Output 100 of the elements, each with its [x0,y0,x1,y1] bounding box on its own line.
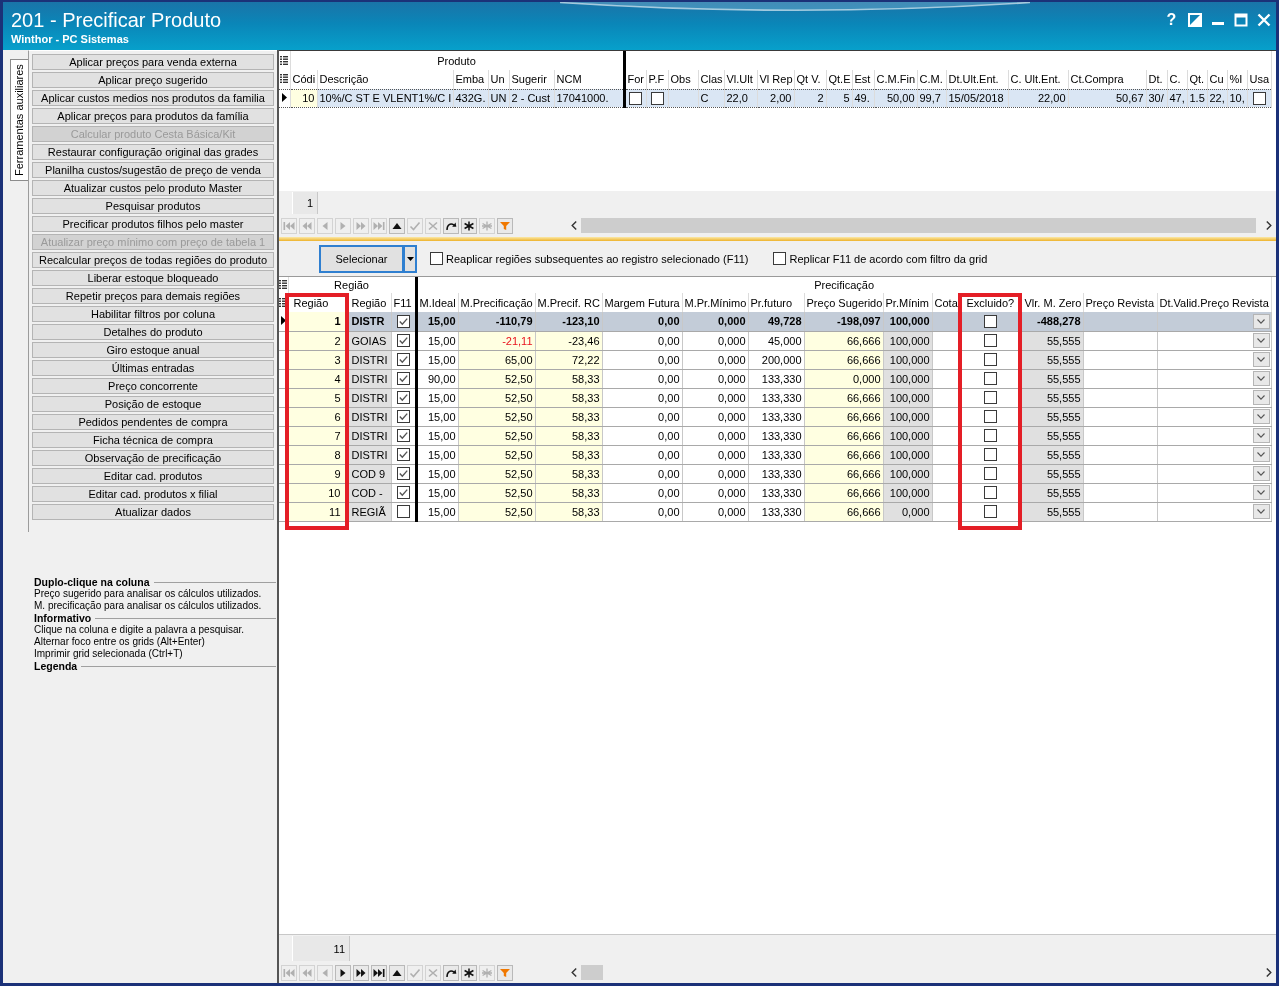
next-record-button[interactable] [335,964,351,981]
tool-button[interactable]: Aplicar preços para venda externa [32,54,274,70]
tool-button[interactable]: Últimas entradas [32,360,274,376]
table-row[interactable]: 1 DISTR 15,00 -110,79 -123,10 0,00 0,000 49,728 -198,097 100,000 -488,278 [279,312,1272,331]
checkbox[interactable] [983,391,997,404]
checkbox[interactable] [983,372,997,385]
tool-button[interactable]: Pesquisar produtos [32,198,274,214]
edit-button[interactable] [389,217,405,234]
skip-right-icon [373,967,385,978]
table-row[interactable]: 11 REGIÃ 15,00 52,50 58,33 0,00 0,000 133,330 66,666 0,000 55,555 [279,502,1272,521]
checkbox[interactable] [396,448,410,461]
checkbox[interactable] [983,505,997,518]
table-cell: -110,79 [458,312,536,331]
checkbox[interactable] [983,467,997,480]
checkbox[interactable] [396,314,410,328]
checkbox-label[interactable]: Replicar F11 de acordo com filtro da grid [789,252,988,265]
checkbox[interactable] [773,252,787,265]
list-icon[interactable] [280,74,289,84]
checkbox[interactable] [650,91,664,105]
tool-button[interactable]: Recalcular preços de todas regiões do produto [32,252,274,268]
tool-button[interactable]: Ficha técnica de compra [32,432,274,448]
checkbox[interactable] [983,314,997,328]
square-icon [1233,12,1248,27]
tool-button[interactable]: Editar cad. produtos x filial [32,486,274,502]
column-group-header: Produto [290,51,624,70]
checkbox[interactable] [629,91,642,105]
select-button[interactable]: Selecionar [319,244,404,273]
table-row[interactable]: 6 DISTRI 15,00 52,50 58,33 0,00 0,000 133,330 66,666 100,000 55,555 [279,407,1272,426]
table-row[interactable]: 8 DISTRI 15,00 52,50 58,33 0,00 0,000 133,330 66,666 100,000 55,555 [279,445,1272,464]
checkbox[interactable] [983,334,997,347]
table-row[interactable]: 3 DISTRI 15,00 65,00 72,22 0,00 0,000 200,000 66,666 100,000 55,555 [279,350,1272,369]
checkbox[interactable] [983,486,997,499]
tool-button[interactable]: Posição de estoque [32,396,274,412]
table-cell: 30/ [1146,89,1167,107]
checkbox[interactable] [396,467,410,480]
checkbox[interactable] [983,448,997,461]
checkbox[interactable] [396,486,410,499]
checkbox[interactable] [396,391,410,404]
checkbox[interactable] [983,429,997,442]
tool-button[interactable]: Repetir preços para demais regiões [32,288,274,304]
checkbox[interactable] [983,353,997,366]
bookmark-button[interactable] [461,964,477,981]
chevron-left-icon[interactable] [571,968,577,977]
checkbox[interactable] [396,372,410,385]
scrollbar-thumb[interactable] [581,218,1256,233]
checkbox[interactable] [1252,91,1266,105]
chevron-right-icon[interactable] [1266,221,1272,230]
checkbox[interactable] [396,334,410,347]
scrollbar-thumb[interactable] [581,965,603,980]
refresh-button[interactable] [443,217,459,234]
half-square-icon [1187,12,1202,27]
table-row[interactable]: 2 GOIAS 15,00 -21,11 -23,46 0,00 0,000 45,000 66,666 100,000 55,555 [279,331,1272,350]
tool-button[interactable]: Editar cad. produtos [32,468,274,484]
tool-button[interactable]: Precificar produtos filhos pelo master [32,216,274,232]
chevron-down-icon [1257,357,1266,362]
tool-button[interactable]: Aplicar preço sugerido [32,72,274,88]
list-icon[interactable] [280,55,289,65]
checkbox-label[interactable]: Reaplicar regiões subsequentes ao registro selecionado (F11) [446,252,749,265]
table-row[interactable]: 5 DISTRI 15,00 52,50 58,33 0,00 0,000 133,330 66,666 100,000 55,555 [279,388,1272,407]
checkbox[interactable] [396,410,410,423]
tool-button[interactable]: Restaurar configuração original das grades [32,144,274,160]
table-row[interactable]: 9 COD 9 15,00 52,50 58,33 0,00 0,000 133,330 66,666 100,000 55,555 [279,464,1272,483]
table-row[interactable]: 10 10%/C ST E VLENT1%/C I 432G. UN 2 - Cust 17041000. C 22,0 2,00 2 5 49. 50,00 99,7 15/05/2018 22,00 50,67 30/ 47, 1.5 22, 10, [279,89,1272,107]
tool-button[interactable]: Liberar estoque bloqueado [32,270,274,286]
help-button[interactable]: ? [1162,10,1181,29]
tool-button[interactable]: Observação de precificação [32,450,274,466]
bookmark-button[interactable] [461,217,477,234]
list-icon[interactable] [279,297,288,307]
dock-button[interactable] [1185,10,1204,29]
table-row[interactable]: 4 DISTRI 90,00 52,50 58,33 0,00 0,000 133,330 0,000 100,000 55,555 [279,369,1272,388]
checkbox[interactable] [396,353,410,366]
edit-button[interactable] [389,964,405,981]
tool-button[interactable]: Detalhes do produto [32,324,274,340]
checkbox[interactable] [396,429,410,442]
refresh-button[interactable] [443,964,459,981]
list-icon[interactable] [279,280,288,289]
checkbox[interactable] [983,410,997,423]
table-row[interactable]: 10 COD - 15,00 52,50 58,33 0,00 0,000 133,330 66,666 100,000 55,555 [279,483,1272,502]
tool-button[interactable]: Giro estoque anual [32,342,274,358]
tool-button[interactable]: Pedidos pendentes de compra [32,414,274,430]
column-group-header: Precificação [416,277,1272,293]
tool-button[interactable]: Planilha custos/sugestão de preço de venda [32,162,274,178]
checkbox[interactable] [396,505,410,518]
tab[interactable]: Ferramentas auxiliares [10,59,28,181]
chevron-left-icon[interactable] [571,221,577,230]
next-page-button[interactable] [353,964,369,981]
tool-button[interactable]: Preço concorrente [32,378,274,394]
section-title: Legenda [34,660,78,672]
tool-button[interactable]: Atualizar dados [32,504,274,520]
last-record-button[interactable] [371,964,387,981]
tool-button[interactable]: Aplicar preços para produtos da família [32,108,274,124]
tool-button[interactable]: Aplicar custos medios nos produtos da familia [32,90,274,106]
table-row[interactable]: 7 DISTRI 15,00 52,50 58,33 0,00 0,000 133,330 66,666 100,000 55,555 [279,426,1272,445]
asterisk-icon [481,220,493,231]
chevron-right-icon[interactable] [1266,968,1272,977]
tool-button[interactable]: Habilitar filtros por coluna [32,306,274,322]
chevron-down-icon [1257,338,1266,343]
tool-button[interactable]: Atualizar custos pelo produto Master [32,180,274,196]
checkbox[interactable] [430,252,443,265]
dropdown-button[interactable] [404,244,417,273]
